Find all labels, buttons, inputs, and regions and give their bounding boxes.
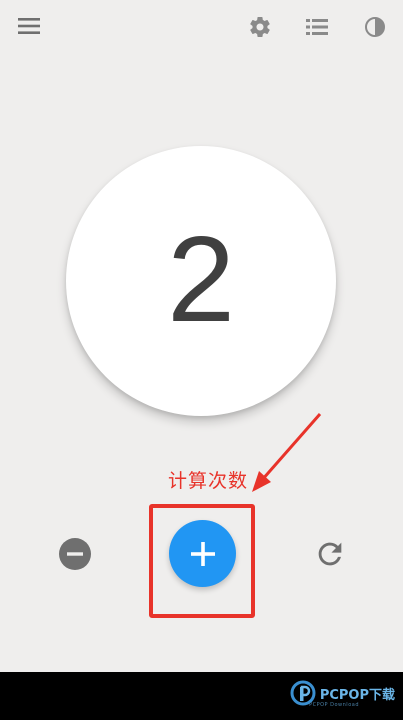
decrement-button[interactable] <box>57 536 93 572</box>
hamburger-menu-icon <box>18 18 40 34</box>
counter-display[interactable]: 2 <box>66 146 336 416</box>
minus-circle-icon <box>59 538 91 570</box>
counter-value: 2 <box>167 211 235 347</box>
contrast-icon <box>365 17 385 37</box>
gear-icon <box>250 17 270 38</box>
menu-button[interactable] <box>11 8 47 44</box>
watermark-text: PCPOP下载 <box>319 687 395 703</box>
watermark-subtext: PCPOP Download <box>309 702 359 708</box>
history-list-button[interactable] <box>299 9 335 45</box>
tally-counter-screen: 2 计算次数 PCPOP下载 PCPOP Download <box>0 0 403 720</box>
refresh-icon <box>318 542 342 566</box>
annotation-label: 计算次数 <box>168 470 249 492</box>
plus-icon <box>190 541 215 566</box>
bottom-bar: PCPOP下载 PCPOP Download <box>0 672 403 720</box>
increment-button[interactable] <box>169 520 236 587</box>
reset-button[interactable] <box>311 535 349 573</box>
theme-toggle-button[interactable] <box>357 9 393 45</box>
top-toolbar <box>0 0 403 56</box>
annotation-arrow-icon <box>252 413 322 492</box>
list-icon <box>306 19 328 35</box>
settings-button[interactable] <box>242 9 278 45</box>
